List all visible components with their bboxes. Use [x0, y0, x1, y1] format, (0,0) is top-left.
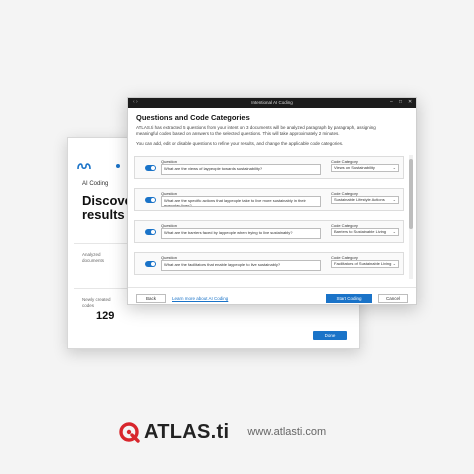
start-coding-button[interactable]: Start Coding [326, 294, 372, 303]
question-toggle[interactable] [145, 165, 156, 171]
new-codes-label: Newly created codes [82, 297, 111, 308]
chevron-down-icon: ⌄ [392, 165, 396, 170]
question-toggle[interactable] [145, 229, 156, 235]
ai-coding-logo-icon [77, 163, 91, 170]
dialog-title: Questions and Code Categories [136, 113, 250, 122]
category-select[interactable]: Facilitators of Sustainable Living ⌄ [331, 260, 399, 268]
brand-name: ATLAS.ti [144, 420, 230, 443]
scrollbar-thumb[interactable] [409, 159, 413, 229]
window-title: Intentional AI Coding [251, 100, 293, 105]
question-row: Question What are the facilitators that … [134, 252, 404, 275]
minimize-icon[interactable]: – [390, 99, 393, 105]
ai-coding-dialog: ‹ › Intentional AI Coding – □ ✕ Question… [127, 97, 417, 305]
footer-divider [128, 287, 416, 288]
maximize-icon[interactable]: □ [399, 99, 402, 105]
question-input[interactable]: What are the barriers faced by laypeople… [161, 228, 321, 239]
brand-footer: ATLAS.ti www.atlasti.com [118, 420, 326, 444]
chevron-down-icon: ⌄ [392, 197, 396, 202]
brand-url[interactable]: www.atlasti.com [247, 426, 326, 438]
divider [74, 288, 130, 289]
category-value: Sustainable Lifestyle Actions [334, 197, 385, 202]
category-select[interactable]: Barriers to Sustainable Living ⌄ [331, 228, 399, 236]
category-select[interactable]: Sustainable Lifestyle Actions ⌄ [331, 196, 399, 204]
new-codes-count: 129 [96, 310, 115, 322]
status-dot [116, 164, 120, 168]
dialog-instructions: You can add, edit or disable questions t… [136, 141, 344, 146]
chevron-down-icon: ⌄ [392, 261, 396, 266]
dialog-description: ATLAS.ti has extracted 5 questions from … [136, 125, 376, 136]
question-row: Question What are the specific actions t… [134, 188, 404, 211]
chevron-down-icon: ⌄ [392, 229, 396, 234]
back-subtitle: AI Coding [82, 181, 109, 187]
learn-more-link[interactable]: Learn more about AI Coding [172, 296, 228, 301]
question-toggle[interactable] [145, 197, 156, 203]
close-icon[interactable]: ✕ [408, 99, 412, 105]
done-button[interactable]: Done [313, 331, 347, 340]
question-row: Question What are the barriers faced by … [134, 220, 404, 243]
scrollbar[interactable] [409, 155, 413, 279]
analyzed-documents-label: Analyzed documents [82, 252, 105, 263]
atlasti-logo-icon [119, 422, 140, 443]
category-value: Barriers to Sustainable Living [334, 229, 387, 234]
question-row: Question What are the views of laypeople… [134, 156, 404, 179]
title-bar: ‹ › Intentional AI Coding – □ ✕ [128, 98, 416, 108]
back-button[interactable]: Back [136, 294, 166, 303]
category-select[interactable]: Views on Sustainability ⌄ [331, 164, 399, 172]
category-value: Views on Sustainability [334, 165, 375, 170]
category-value: Facilitators of Sustainable Living [334, 261, 392, 266]
question-input[interactable]: What are the views of laypeople towards … [161, 164, 321, 175]
question-input[interactable]: What are the specific actions that laype… [161, 196, 321, 207]
question-input[interactable]: What are the facilitators that enable la… [161, 260, 321, 271]
divider [74, 243, 130, 244]
stage: AI Coding Discover results Analyzed docu… [0, 0, 474, 474]
cancel-button[interactable]: Cancel [378, 294, 408, 303]
question-toggle[interactable] [145, 261, 156, 267]
back-window-sidebar: AI Coding Discover results Analyzed docu… [68, 148, 137, 348]
